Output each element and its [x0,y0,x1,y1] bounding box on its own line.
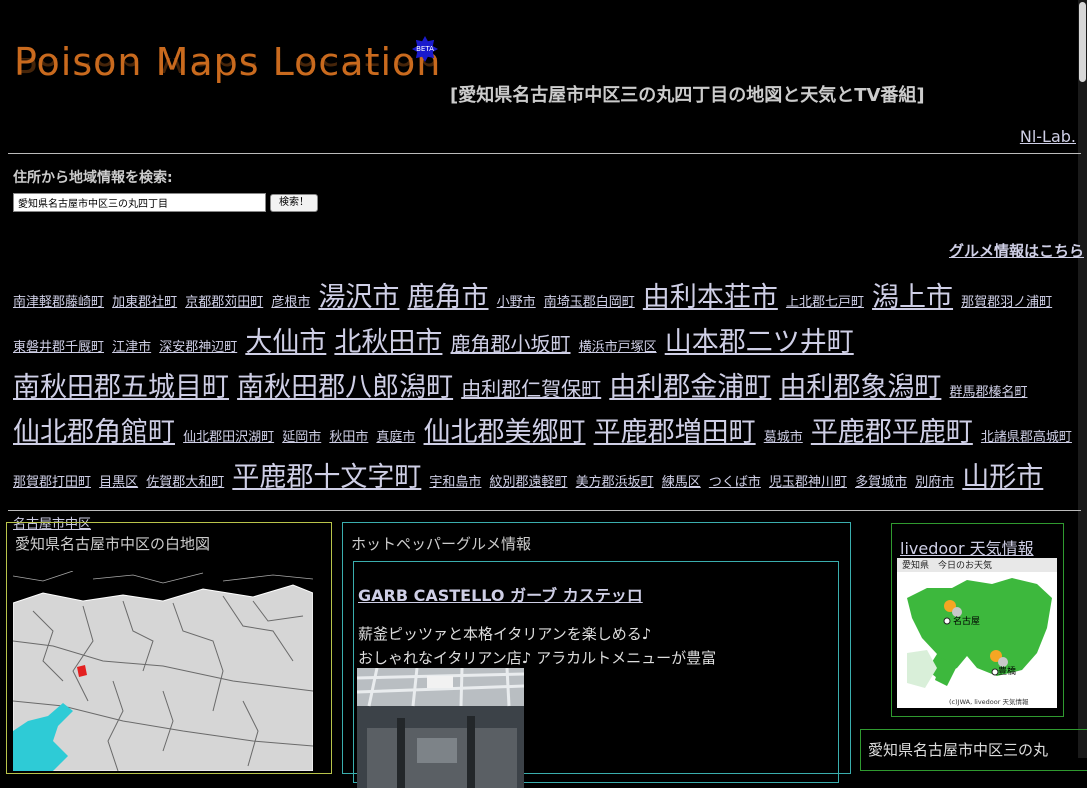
address-panel-title: 愛知県名古屋市中区三の丸 [868,741,1049,759]
weather-credit: (c)JWA, livedoor 天気情報 [949,697,1029,706]
divider [8,510,1081,511]
area-tag-link[interactable]: 練馬区 [662,475,701,490]
area-tag-link[interactable]: 秋田市 [329,430,368,445]
shop-description: 薪釜ピッツァと本格イタリアンを楽しめる♪ おしゃれなイタリアン店♪ アラカルトメ… [358,622,716,670]
logo-reflection: Poison Maps Location [14,58,442,80]
area-tag-link[interactable]: 加東郡社町 [112,295,177,310]
hotpepper-title: ホットペッパーグルメ情報 [351,535,532,553]
area-tag-link[interactable]: 彦根市 [271,295,310,310]
area-tag-cloud: 南津軽郡藤崎町 加東郡社町 京都郡苅田町 彦根市 湯沢市 鹿角市 小野市 南埼玉… [13,278,1075,545]
area-tag-link[interactable]: 上北郡七戸町 [786,295,864,310]
area-tag-link[interactable]: 別府市 [915,475,954,490]
area-tag-link[interactable]: 由利郡象潟町 [779,372,941,403]
area-tag-link[interactable]: 南秋田郡八郎潟町 [237,372,453,403]
area-tag-link[interactable]: 鹿角郡小坂町 [451,332,571,356]
weather-link[interactable]: livedoor 天気情報 [900,535,1034,559]
area-tag-link[interactable]: 大仙市 [245,327,326,358]
area-tag-link[interactable]: 北秋田市 [334,327,442,358]
area-tag-link[interactable]: 美方郡浜坂町 [576,475,654,490]
weather-map-header: 愛知県 今日のお天気 [902,559,992,571]
blank-map-title: 愛知県名古屋市中区の白地図 [15,535,211,553]
area-tag-link[interactable]: つくば市 [709,475,761,490]
area-tag-link[interactable]: 那賀郡打田町 [13,475,91,490]
area-tag-link[interactable]: 由利郡金浦町 [609,372,771,403]
shop-card: GARB CASTELLO ガーブ カステッロ 薪釜ピッツァと本格イタリアンを楽… [353,561,839,788]
blank-map-panel: 愛知県名古屋市中区の白地図 [6,522,332,774]
search-button[interactable]: 検索！ [270,194,318,212]
area-tag-link[interactable]: 由利郡仁賀保町 [461,377,601,401]
scrollbar[interactable] [1078,0,1087,758]
area-tag-link[interactable]: 群馬郡榛名町 [949,385,1027,400]
area-tag-link[interactable]: 潟上市 [872,282,953,313]
area-tag-link[interactable]: 東磐井郡千厩町 [13,340,104,355]
nl-lab-link[interactable]: Nl-Lab. [1020,127,1076,146]
page-title: [愛知県名古屋市中区三の丸四丁目の地図と天気とTV番組] [450,85,925,106]
area-tag-link[interactable]: 小野市 [497,295,536,310]
address-search-input[interactable] [13,193,266,212]
area-tag-link[interactable]: 児玉郡神川町 [769,475,847,490]
address-panel: 愛知県名古屋市中区三の丸 [860,729,1087,771]
area-tag-link[interactable]: 京都郡苅田町 [185,295,263,310]
area-tag-link[interactable]: 平鹿郡平鹿町 [811,417,973,448]
area-tag-link[interactable]: 南津軽郡藤崎町 [13,295,104,310]
weather-city-nagoya: 名古屋 [953,615,980,627]
shop-desc-line1: 薪釜ピッツァと本格イタリアンを楽しめる♪ [358,625,652,643]
area-tag-link[interactable]: 平鹿郡増田町 [594,417,756,448]
blank-map-image[interactable] [13,571,313,771]
area-tag-link[interactable]: 深安郡神辺町 [159,340,237,355]
area-tag-link[interactable]: 横浜市戸塚区 [579,340,657,355]
area-tag-link[interactable]: 多賀城市 [855,475,907,490]
area-tag-link[interactable]: 紋別郡遠軽町 [490,475,568,490]
shop-photo[interactable] [357,668,524,788]
area-tag-link[interactable]: 由利本荘市 [643,282,778,313]
area-tag-link[interactable]: 江津市 [112,340,151,355]
area-tag-link[interactable]: 山形市 [962,462,1043,493]
hotpepper-panel: ホットペッパーグルメ情報 GARB CASTELLO ガーブ カステッロ 薪釜ピ… [342,522,851,788]
area-tag-link[interactable]: 仙北郡美郷町 [424,417,586,448]
gourmet-info-link[interactable]: グルメ情報はこちら [949,240,1084,261]
shop-name-link[interactable]: GARB CASTELLO ガーブ カステッロ [358,582,643,606]
area-tag-link[interactable]: 延岡市 [282,430,321,445]
weather-city-toyohashi: 豊橋 [998,665,1016,677]
shop-desc-line2: おしゃれなイタリアン店♪ アラカルトメニューが豊富 [358,649,717,667]
area-tag-link[interactable]: 鹿角市 [408,282,489,313]
area-tag-link[interactable]: 真庭市 [376,430,415,445]
area-tag-link[interactable]: 南秋田郡五城目町 [13,372,229,403]
area-tag-link[interactable]: 湯沢市 [318,282,399,313]
area-tag-link[interactable]: 目黒区 [99,475,138,490]
area-tag-link[interactable]: 那賀郡羽ノ浦町 [961,295,1052,310]
area-tag-link[interactable]: 山本郡二ツ井町 [665,327,854,358]
site-logo[interactable]: Poison Maps Location Poison Maps Locatio… [14,36,444,108]
area-tag-link[interactable]: 平鹿郡十文字町 [232,462,421,493]
area-tag-link[interactable]: 北諸県郡高城町 [981,430,1072,445]
weather-panel: livedoor 天気情報 愛知県 今日のお天気 名古屋 豊橋 (c)JWA, … [891,523,1064,717]
area-tag-link[interactable]: 仙北郡田沢湖町 [183,430,274,445]
area-tag-link[interactable]: 仙北郡角館町 [13,417,175,448]
area-tag-link[interactable]: 葛城市 [764,430,803,445]
scroll-thumb[interactable] [1079,2,1086,82]
divider [8,153,1081,154]
weather-map[interactable]: 愛知県 今日のお天気 名古屋 豊橋 (c)JWA, livedoor 天気情報 [897,558,1057,708]
area-tag-link[interactable]: 宇和島市 [429,475,481,490]
search-label: 住所から地域情報を検索: [13,170,173,186]
area-tag-link[interactable]: 南埼玉郡白岡町 [544,295,635,310]
area-tag-link[interactable]: 佐賀郡大和町 [146,475,224,490]
